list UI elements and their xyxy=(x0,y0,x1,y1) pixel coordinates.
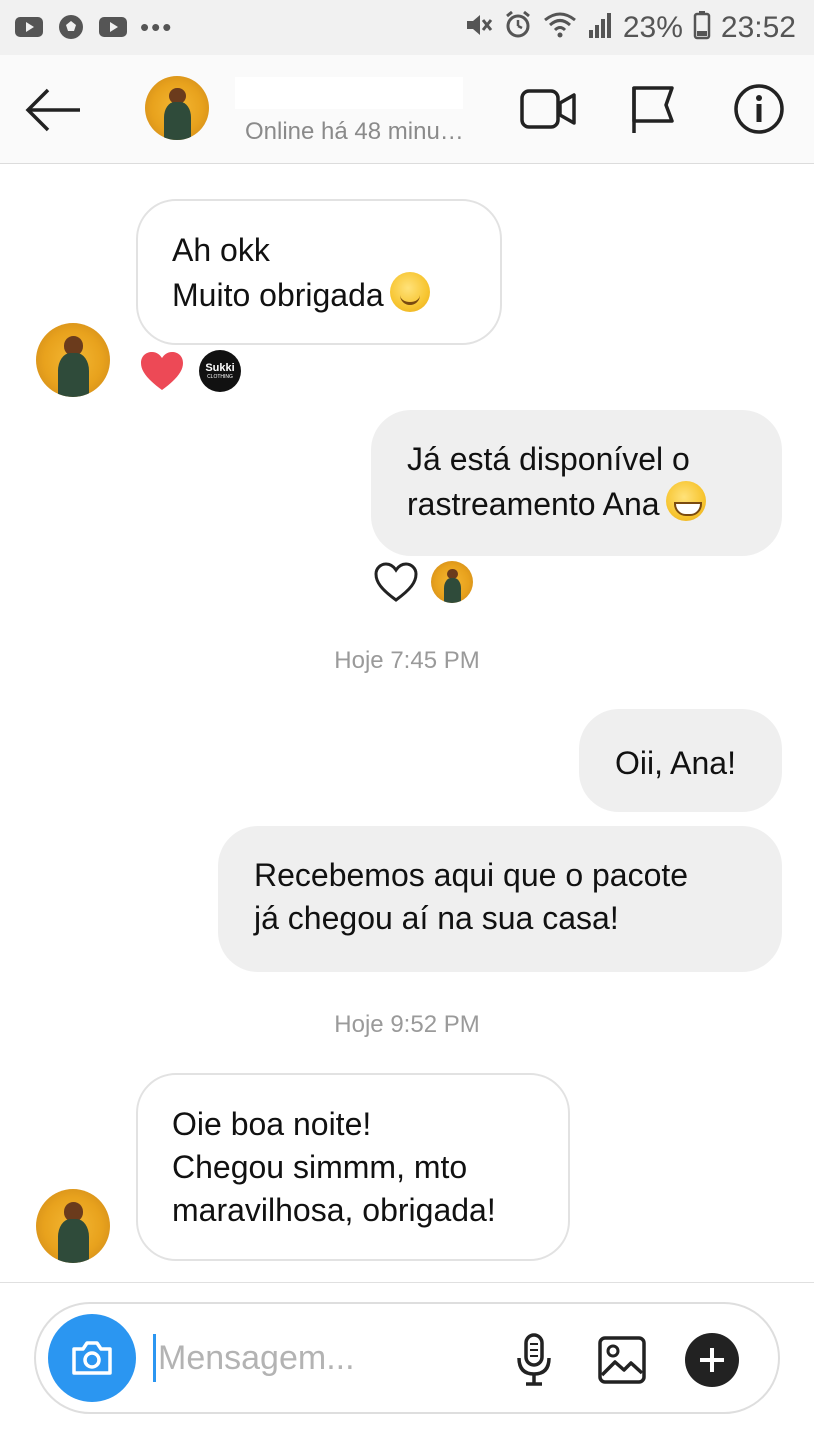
info-button[interactable] xyxy=(728,79,790,139)
reactor-avatar xyxy=(431,561,473,603)
composer-divider xyxy=(0,1282,814,1283)
back-arrow-icon xyxy=(25,88,80,132)
message-text: Já está disponível o xyxy=(407,441,690,477)
heart-outline-icon xyxy=(374,562,418,602)
reactions[interactable] xyxy=(373,561,473,603)
outgoing-message[interactable]: Oii, Ana! xyxy=(579,709,782,812)
message-composer xyxy=(34,1302,780,1414)
youtube-icon xyxy=(14,13,44,41)
clock: 23:52 xyxy=(720,10,796,44)
smiling-emoji-icon xyxy=(389,272,430,312)
more-options-button[interactable] xyxy=(682,1330,742,1390)
contact-status: Online há 48 minu… xyxy=(245,118,464,145)
reactions[interactable]: Sukki CLOTHING xyxy=(139,350,241,392)
flag-icon xyxy=(632,86,674,133)
video-call-button[interactable] xyxy=(517,79,579,139)
text-cursor xyxy=(153,1334,156,1382)
outgoing-message[interactable]: Recebemos aqui que o pacote já chegou aí… xyxy=(218,826,782,972)
video-camera-icon xyxy=(520,89,576,129)
plus-icon xyxy=(685,1333,739,1387)
message-text: Oii, Ana! xyxy=(615,745,736,781)
camera-icon xyxy=(72,1341,112,1375)
sender-avatar[interactable] xyxy=(36,1189,110,1263)
status-bar: ••• 23% 23:52 xyxy=(0,0,814,55)
system-icons: 23% 23:52 xyxy=(463,10,796,45)
image-icon xyxy=(598,1336,646,1384)
mute-icon xyxy=(463,10,493,45)
outgoing-message[interactable]: Já está disponível o rastreamento Ana xyxy=(371,410,782,556)
back-button[interactable] xyxy=(22,80,86,140)
notification-icons: ••• xyxy=(14,13,173,41)
grinning-emoji-icon xyxy=(665,481,706,521)
message-text: Oie boa noite! xyxy=(172,1106,372,1142)
report-button[interactable] xyxy=(622,79,684,139)
heart-icon xyxy=(141,352,183,390)
info-icon xyxy=(734,84,784,134)
contact-avatar[interactable] xyxy=(145,76,209,140)
youtube-icon xyxy=(98,13,128,41)
camera-button[interactable] xyxy=(48,1314,136,1402)
battery-percent: 23% xyxy=(622,10,683,44)
battery-icon xyxy=(693,10,711,45)
signal-icon xyxy=(587,10,613,45)
message-text: já chegou aí na sua casa! xyxy=(254,900,619,936)
timestamp: Hoje 7:45 PM xyxy=(334,647,480,674)
sender-avatar[interactable] xyxy=(36,323,110,397)
message-text: rastreamento Ana xyxy=(407,486,660,522)
incoming-message[interactable]: Ah okk Muito obrigada xyxy=(136,199,502,345)
message-text: Ah okk xyxy=(172,232,270,268)
microphone-icon xyxy=(517,1333,551,1386)
contact-name-redacted xyxy=(235,77,463,109)
alarm-icon xyxy=(503,10,533,45)
message-text: Muito obrigada xyxy=(172,277,384,313)
chat-header: Online há 48 minu… xyxy=(0,55,814,164)
wifi-icon xyxy=(543,10,577,45)
soccer-ball-icon xyxy=(56,13,86,41)
message-text: Recebemos aqui que o pacote xyxy=(254,857,689,893)
message-text: maravilhosa, obrigada! xyxy=(172,1192,496,1228)
sukki-avatar: Sukki CLOTHING xyxy=(199,350,241,392)
incoming-message[interactable]: Oie boa noite! Chegou simmm, mto maravil… xyxy=(136,1073,570,1261)
message-text: Chegou simmm, mto xyxy=(172,1149,468,1185)
more-notifications-icon: ••• xyxy=(140,12,174,42)
timestamp: Hoje 9:52 PM xyxy=(334,1011,480,1038)
message-input[interactable] xyxy=(158,1334,488,1382)
gallery-button[interactable] xyxy=(592,1330,652,1390)
voice-message-button[interactable] xyxy=(504,1330,564,1390)
